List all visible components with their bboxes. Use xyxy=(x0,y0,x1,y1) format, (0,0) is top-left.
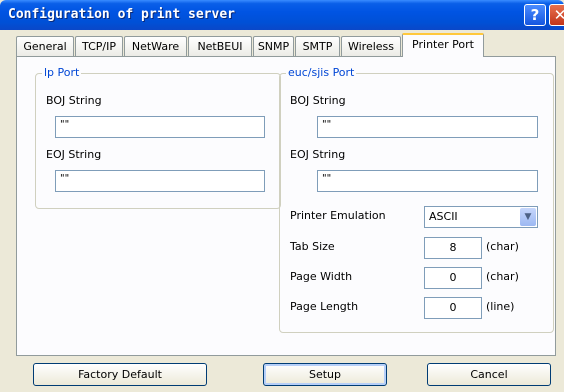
page-width-unit: (char) xyxy=(486,270,519,283)
close-icon: ✕ xyxy=(553,6,564,24)
help-icon: ? xyxy=(530,6,540,24)
close-button[interactable]: ✕ xyxy=(549,4,564,26)
lp-boj-label: BOJ String xyxy=(46,94,102,107)
printer-emulation-value: ASCII xyxy=(429,210,458,223)
tab-netware[interactable]: NetWare xyxy=(124,36,187,56)
euc-boj-label: BOJ String xyxy=(290,94,346,107)
help-button[interactable]: ? xyxy=(524,4,546,26)
cancel-button[interactable]: Cancel xyxy=(427,363,551,386)
tab-panel: lp Port BOJ String "" EOJ String "" euc/… xyxy=(16,56,556,356)
page-length-unit: (line) xyxy=(486,300,515,313)
page-width-label: Page Width xyxy=(290,270,353,283)
lp-eoj-label: EOJ String xyxy=(46,148,102,161)
lp-port-group: lp Port BOJ String "" EOJ String "" xyxy=(35,66,281,209)
page-width-input[interactable]: 0 xyxy=(424,267,482,289)
euc-eoj-label: EOJ String xyxy=(290,148,346,161)
tab-tcpip[interactable]: TCP/IP xyxy=(75,36,123,56)
tab-size-unit: (char) xyxy=(486,240,519,253)
tab-size-label: Tab Size xyxy=(290,240,335,253)
tab-snmp[interactable]: SNMP xyxy=(253,36,294,56)
printer-emulation-select[interactable]: ASCII ▼ xyxy=(424,206,538,228)
tab-general[interactable]: General xyxy=(16,36,74,56)
euc-eoj-input[interactable]: "" xyxy=(317,170,538,192)
euc-port-title: euc/sjis Port xyxy=(286,66,357,79)
tab-size-input[interactable]: 8 xyxy=(424,237,482,259)
euc-boj-input[interactable]: "" xyxy=(317,116,538,138)
tab-smtp[interactable]: SMTP xyxy=(295,36,340,56)
euc-port-group: euc/sjis Port BOJ String "" EOJ String "… xyxy=(279,66,554,333)
title-bar: Configuration of print server ? ✕ xyxy=(0,0,564,30)
page-length-label: Page Length xyxy=(290,300,359,313)
factory-default-button[interactable]: Factory Default xyxy=(33,363,207,386)
tab-printer-port[interactable]: Printer Port xyxy=(402,33,484,57)
lp-boj-input[interactable]: "" xyxy=(55,116,265,138)
page-length-input[interactable]: 0 xyxy=(424,297,482,319)
chevron-down-icon[interactable]: ▼ xyxy=(520,208,536,226)
printer-emulation-label: Printer Emulation xyxy=(290,209,386,222)
tab-netbeui[interactable]: NetBEUI xyxy=(188,36,252,56)
lp-eoj-input[interactable]: "" xyxy=(55,170,265,192)
window-title: Configuration of print server xyxy=(8,7,235,22)
lp-port-title: lp Port xyxy=(42,66,82,79)
tab-wireless[interactable]: Wireless xyxy=(341,36,401,56)
setup-button[interactable]: Setup xyxy=(263,363,387,386)
